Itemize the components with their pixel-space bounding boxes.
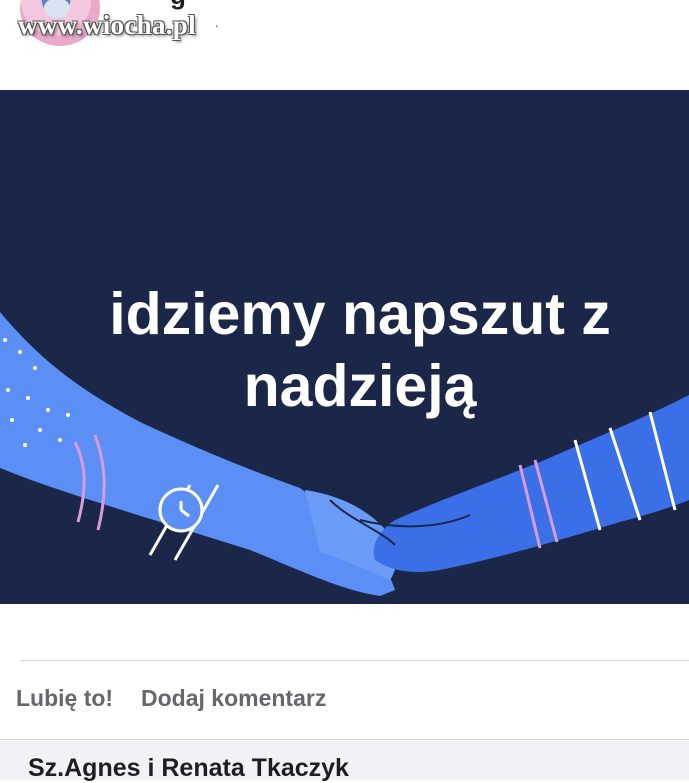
comments-section: Sz.Agnes i Renata Tkaczyk [0,739,689,783]
like-button[interactable]: Lubię to! [16,685,113,712]
post-text-line-2: nadzieją [243,353,477,419]
post-action-bar: Lubię to! Dodaj komentarz [0,661,689,739]
post-header: g www.wiocha.pl . . [0,0,689,90]
comment-author-name[interactable]: Sz.Agnes i Renata Tkaczyk [28,754,349,783]
add-comment-button[interactable]: Dodaj komentarz [141,685,326,712]
post-text: idziemy napszut z nadzieją [60,278,660,422]
post-meta-dots: . . [187,14,229,30]
watermark-logo: www.wiocha.pl [18,10,196,40]
post-background-banner: idziemy napszut z nadzieją [0,90,689,604]
post-footer-spacer [0,604,689,660]
post-text-line-1: idziemy napszut z [109,281,611,347]
